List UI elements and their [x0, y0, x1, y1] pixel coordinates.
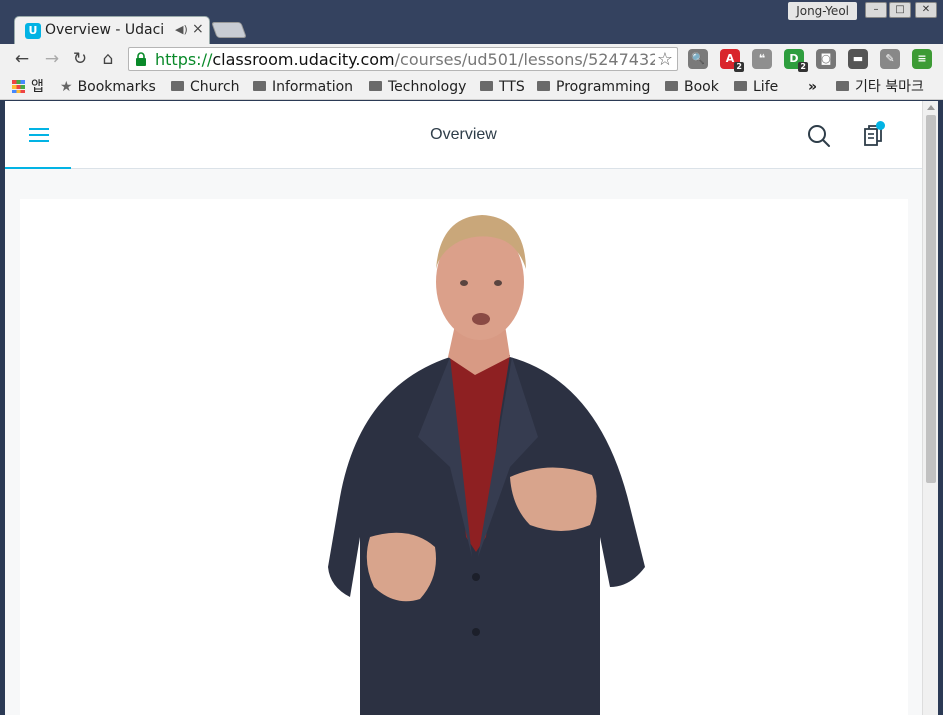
home-button[interactable]: ⌂: [98, 49, 118, 69]
bookmark-folder-church[interactable]: Church: [171, 78, 240, 96]
lesson-video-player[interactable]: [20, 199, 908, 715]
browser-toolbar: ← → ↻ ⌂ https://classroom.udacity.com/co…: [0, 44, 943, 74]
apps-shortcut[interactable]: 앱: [12, 78, 44, 96]
dark-extension-icon[interactable]: ▬: [848, 49, 868, 69]
extension-badge-count: 2: [734, 62, 744, 72]
bookmark-star-icon[interactable]: ☆: [657, 49, 673, 70]
folder-icon: [734, 81, 747, 91]
bookmark-folder-programming[interactable]: Programming: [537, 78, 650, 96]
tab-close-icon[interactable]: ×: [192, 21, 204, 37]
bookmark-bookmarks[interactable]: ★ Bookmarks: [60, 78, 156, 96]
scrollbar-thumb[interactable]: [926, 115, 936, 483]
window-frame-edge: [938, 101, 943, 715]
page-title: Overview: [430, 126, 497, 143]
classroom-header: Overview: [5, 101, 922, 169]
folder-icon: [665, 81, 678, 91]
instructor-video-frame: [328, 215, 645, 715]
udacity-favicon-icon: U: [25, 23, 41, 39]
bookmark-folder-tts[interactable]: TTS: [480, 78, 525, 96]
bookmarks-bar: 앱 ★ Bookmarks Church Information Technolo…: [0, 74, 943, 100]
reload-button[interactable]: ↻: [70, 49, 90, 69]
extension-badge-count: 2: [798, 62, 808, 72]
folder-icon: [480, 81, 493, 91]
adblock-extension-icon[interactable]: A2: [720, 49, 744, 72]
screenshot-extension-icon[interactable]: ◙: [816, 49, 836, 69]
forward-button[interactable]: →: [42, 49, 62, 69]
back-button[interactable]: ←: [12, 49, 32, 69]
lock-icon: [136, 52, 146, 66]
magnifier-extension-icon[interactable]: 🔍: [688, 49, 708, 69]
bookmark-folder-life[interactable]: Life: [734, 78, 778, 96]
audio-playing-icon[interactable]: ◀): [175, 23, 188, 36]
folder-icon: [253, 81, 266, 91]
apps-grid-icon: [12, 80, 25, 93]
notification-dot: [876, 121, 885, 130]
bookmark-folder-book[interactable]: Book: [665, 78, 719, 96]
folder-icon: [836, 81, 849, 91]
close-window-button[interactable]: ✕: [915, 2, 937, 18]
folder-icon: [171, 81, 184, 91]
tab-title: Overview - Udacity: [45, 22, 163, 38]
folder-icon: [537, 81, 550, 91]
page-scrollbar[interactable]: [922, 101, 938, 715]
quote-extension-icon[interactable]: ❝: [752, 49, 772, 69]
address-bar[interactable]: https://classroom.udacity.com/courses/ud…: [128, 47, 678, 71]
minimize-button[interactable]: –: [865, 2, 887, 18]
browser-tab-active[interactable]: U Overview - Udacity ◀) ×: [14, 16, 210, 44]
chrome-menu-icon[interactable]: ≡: [912, 49, 932, 69]
folder-icon: [369, 81, 382, 91]
user-profile-badge[interactable]: Jong-Yeol: [788, 2, 857, 20]
search-icon[interactable]: [807, 124, 831, 148]
bookmark-folder-technology[interactable]: Technology: [369, 78, 466, 96]
window-titlebar: Jong-Yeol – □ ✕ U Overview - Udacity ◀) …: [0, 0, 943, 44]
maximize-button[interactable]: □: [889, 2, 911, 18]
page-viewport: Overview: [5, 101, 922, 715]
green-extension-icon[interactable]: D2: [784, 49, 808, 72]
notes-button[interactable]: [859, 121, 887, 149]
new-tab-button[interactable]: [211, 22, 247, 38]
bookmarks-overflow-chevron-icon[interactable]: »: [808, 78, 817, 96]
other-bookmarks-folder[interactable]: 기타 북마크: [836, 78, 924, 96]
scroll-up-arrow-icon[interactable]: [927, 105, 935, 110]
url-text: https://classroom.udacity.com/courses/ud…: [155, 50, 655, 69]
bookmark-folder-information[interactable]: Information: [253, 78, 353, 96]
tool-extension-icon[interactable]: ✎: [880, 49, 900, 69]
star-icon: ★: [60, 79, 73, 95]
